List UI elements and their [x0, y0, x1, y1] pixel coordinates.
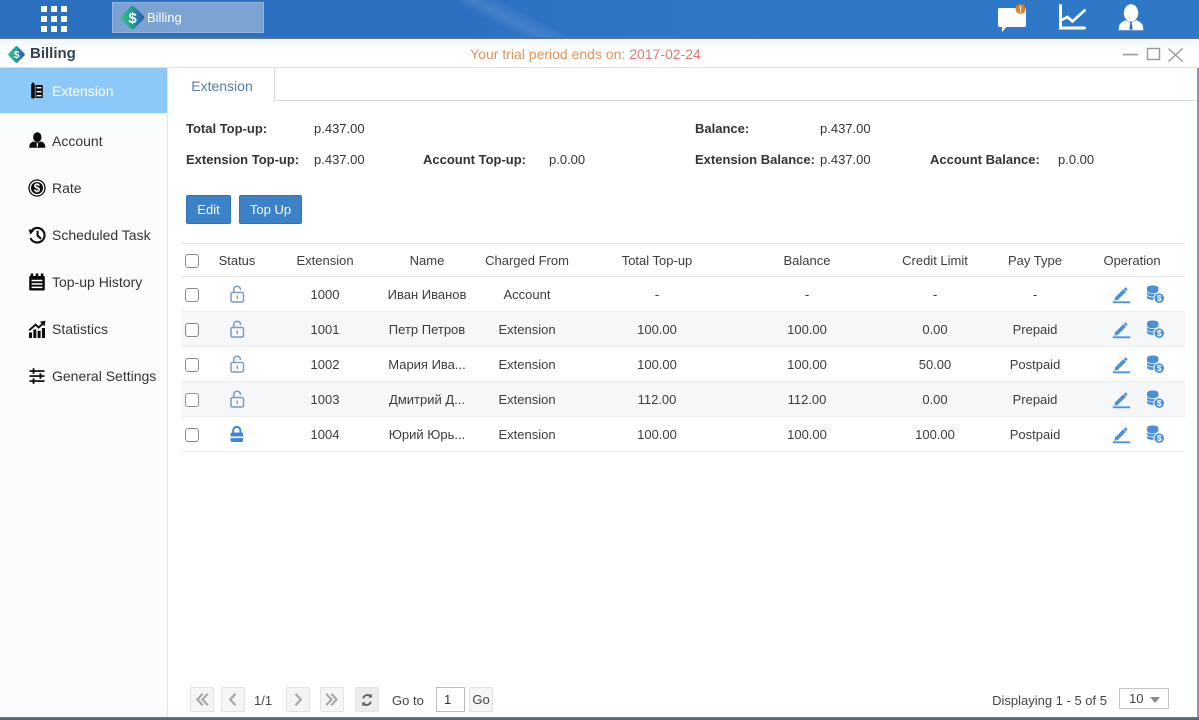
svg-text:$: $ [128, 10, 137, 27]
svg-text:!: ! [1019, 5, 1022, 15]
svg-text:$: $ [34, 183, 41, 195]
